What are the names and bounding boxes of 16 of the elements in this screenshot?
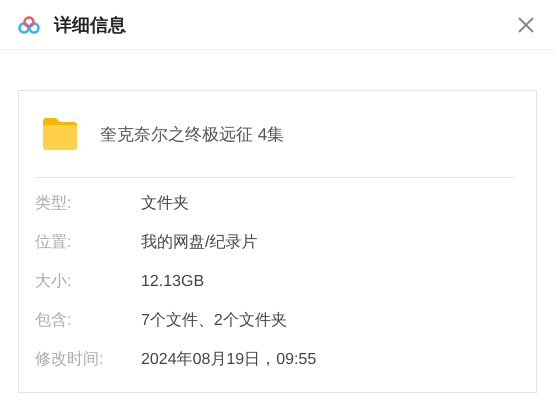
detail-label: 类型:	[35, 194, 72, 214]
detail-value: 我的网盘/纪录片	[141, 232, 258, 253]
detail-value: 文件夹	[141, 194, 189, 214]
detail-value: 2024年08月19日，09:55	[141, 350, 316, 370]
logo-icon	[18, 16, 40, 34]
window-title: 详细信息	[54, 14, 127, 36]
detail-value: 12.13GB	[141, 272, 204, 290]
detail-label: 修改时间:	[35, 350, 104, 370]
detail-label: 位置:	[35, 233, 72, 253]
folder-icon	[41, 117, 79, 151]
close-icon	[518, 16, 534, 32]
detail-label: 包含:	[35, 311, 72, 331]
folder-name: 奎克奈尔之终极远征 4集	[100, 124, 284, 146]
close-button[interactable]	[518, 16, 534, 32]
detail-label: 大小:	[35, 272, 72, 292]
detail-value: 7个文件、2个文件夹	[141, 310, 287, 331]
